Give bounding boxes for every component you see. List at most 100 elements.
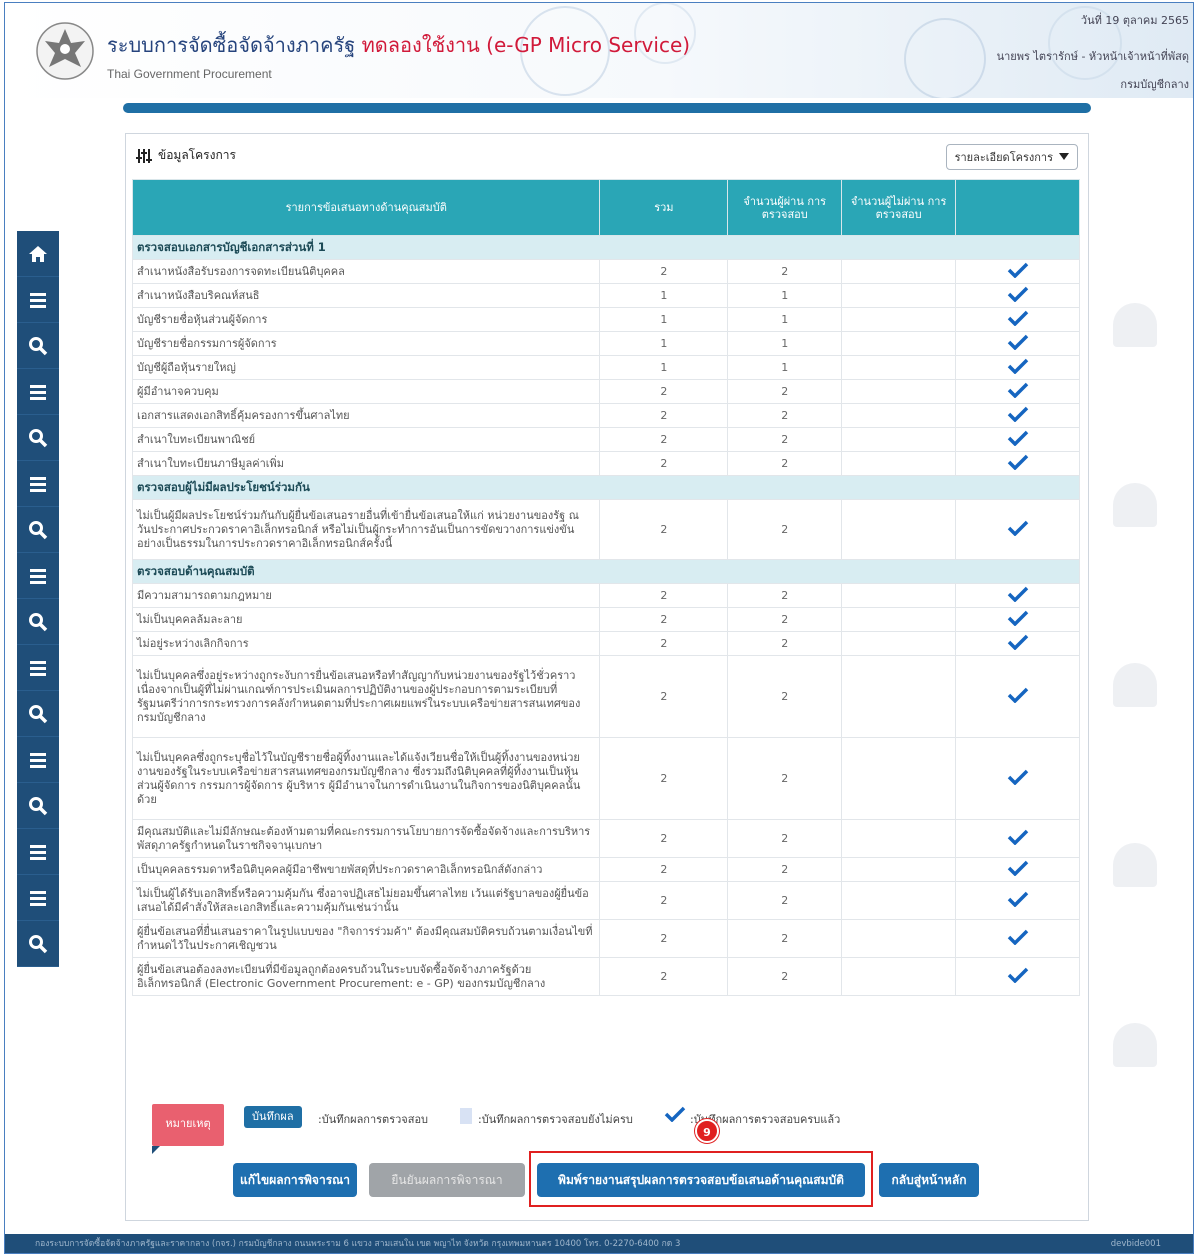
item-label: มีความสามารถตามกฎหมาย [131, 583, 601, 608]
menu-icon[interactable] [17, 553, 59, 599]
check-icon[interactable] [955, 427, 1080, 452]
failed-count [841, 259, 957, 284]
header-divider-bar [123, 103, 1091, 113]
table-row: ไม่เป็นผู้มีผลประโยชน์ร่วมกันกับผู้ยื่นข… [131, 499, 1080, 560]
check-icon[interactable] [955, 737, 1080, 820]
check-icon[interactable] [955, 583, 1080, 608]
menu-icon[interactable] [17, 461, 59, 507]
menu-icon[interactable] [17, 369, 59, 415]
item-label: บัญชีรายชื่อหุ้นส่วนผู้จัดการ [131, 307, 601, 332]
failed-count [841, 881, 957, 920]
failed-count [841, 819, 957, 858]
note-tag: หมายเหตุ [152, 1104, 224, 1154]
background-decoration [1113, 1023, 1157, 1067]
menu-icon[interactable] [17, 277, 59, 323]
check-icon [664, 1106, 686, 1122]
failed-count [841, 737, 957, 820]
passed-count: 2 [727, 737, 843, 820]
check-icon[interactable] [955, 403, 1080, 428]
menu-icon[interactable] [17, 645, 59, 691]
table-row: ไม่เป็นบุคคลล้มละลาย 2 2 [131, 607, 1080, 632]
menu-icon[interactable] [17, 737, 59, 783]
incomplete-doc-icon [460, 1108, 472, 1124]
col-total: รวม [599, 179, 729, 236]
passed-count: 2 [727, 957, 843, 996]
failed-count [841, 957, 957, 996]
item-label: สำเนาใบทะเบียนพาณิชย์ [131, 427, 601, 452]
check-icon[interactable] [955, 819, 1080, 858]
total-count: 2 [599, 737, 729, 820]
failed-count [841, 403, 957, 428]
menu-icon[interactable] [17, 875, 59, 921]
table-row: บัญชีผู้ถือหุ้นรายใหญ่ 1 1 [131, 355, 1080, 380]
total-count: 2 [599, 857, 729, 882]
section-header-row: ตรวจสอบด้านคุณสมบัติ [132, 559, 1080, 584]
check-icon[interactable] [955, 283, 1080, 308]
table-row: ผู้ยื่นข้อเสนอที่ยื่นเสนอราคาในรูปแบบของ… [131, 919, 1080, 958]
search-icon[interactable] [17, 323, 59, 369]
app-title-text: ระบบการจัดซื้อจัดจ้างภาครัฐ [107, 33, 356, 57]
check-icon[interactable] [955, 655, 1080, 738]
table-row: เอกสารแสดงเอกสิทธิ์คุ้มครองการขึ้นศาลไทย… [131, 403, 1080, 428]
search-icon[interactable] [17, 599, 59, 645]
sidebar [17, 231, 59, 967]
caret-down-icon [1059, 153, 1069, 160]
check-icon[interactable] [955, 355, 1080, 380]
search-icon[interactable] [17, 507, 59, 553]
check-icon[interactable] [955, 631, 1080, 656]
back-home-button[interactable]: กลับสู่หน้าหลัก [879, 1163, 979, 1197]
search-icon[interactable] [17, 415, 59, 461]
table-row: ไม่เป็นบุคคลซึ่งถูกระบุชื่อไว้ในบัญชีราย… [131, 737, 1080, 820]
qualification-table: รายการข้อเสนอทางด้านคุณสมบัติ รวม จำนวนผ… [131, 179, 1080, 996]
check-icon[interactable] [955, 607, 1080, 632]
background-decoration [1113, 303, 1157, 347]
item-label: เอกสารแสดงเอกสิทธิ์คุ้มครองการขึ้นศาลไทย [131, 403, 601, 428]
check-icon[interactable] [955, 451, 1080, 476]
current-date: วันที่ 19 ตุลาคม 2565 [1080, 14, 1189, 27]
footer-code: devbide001 [1110, 1239, 1161, 1249]
passed-count: 2 [727, 427, 843, 452]
check-icon[interactable] [955, 857, 1080, 882]
passed-count: 2 [727, 919, 843, 958]
confirm-result-button[interactable]: ยืนยันผลการพิจารณา [369, 1163, 525, 1197]
item-label: ไม่เป็นบุคคลซึ่งอยู่ระหว่างถูกระงับการยื… [131, 655, 601, 738]
search-icon[interactable] [17, 921, 59, 967]
project-detail-dropdown[interactable]: รายละเอียดโครงการ [945, 144, 1078, 170]
item-label: บัญชีรายชื่อกรรมการผู้จัดการ [131, 331, 601, 356]
background-decoration [1113, 483, 1157, 527]
failed-count [841, 427, 957, 452]
check-icon[interactable] [955, 957, 1080, 996]
passed-count: 2 [727, 655, 843, 738]
user-department: กรมบัญชีกลาง [1120, 78, 1189, 91]
search-icon[interactable] [17, 783, 59, 829]
check-icon[interactable] [955, 259, 1080, 284]
passed-count: 2 [727, 881, 843, 920]
check-icon[interactable] [955, 379, 1080, 404]
item-label: สำเนาหนังสือบริคณห์สนธิ [131, 283, 601, 308]
check-icon[interactable] [955, 331, 1080, 356]
panel-title: ข้อมูลโครงการ [158, 148, 236, 162]
project-detail-label: รายละเอียดโครงการ [954, 151, 1053, 164]
total-count: 2 [599, 655, 729, 738]
user-name: นายพร ไตรารักษ์ - หัวหน้าเจ้าหน้าที่พัสด… [996, 50, 1189, 63]
section-title: ตรวจสอบเอกสารบัญชีเอกสารส่วนที่ 1 [132, 235, 1080, 260]
section-header-row: ตรวจสอบผู้ไม่มีผลประโยชน์ร่วมกัน [132, 475, 1080, 500]
check-icon[interactable] [955, 307, 1080, 332]
total-count: 1 [599, 283, 729, 308]
passed-count: 2 [727, 583, 843, 608]
table-row: สำเนาหนังสือบริคณห์สนธิ 1 1 [131, 283, 1080, 308]
total-count: 2 [599, 881, 729, 920]
check-icon[interactable] [955, 881, 1080, 920]
menu-icon[interactable] [17, 829, 59, 875]
check-icon[interactable] [955, 919, 1080, 958]
footer: กองระบบการจัดซื้อจัดจ้างภาครัฐและราคากลา… [5, 1234, 1193, 1253]
edit-result-button[interactable]: แก้ไขผลการพิจารณา [233, 1163, 357, 1197]
project-panel: ข้อมูลโครงการ รายละเอียดโครงการ รายการข้… [125, 133, 1089, 1221]
search-icon[interactable] [17, 691, 59, 737]
table-row: มีคุณสมบัติและไม่มีลักษณะต้องห้ามตามที่ค… [131, 819, 1080, 858]
save-result-legend-button: บันทึกผล [244, 1106, 302, 1128]
total-count: 1 [599, 331, 729, 356]
check-icon[interactable] [955, 499, 1080, 560]
failed-count [841, 283, 957, 308]
home-icon[interactable] [17, 231, 59, 277]
